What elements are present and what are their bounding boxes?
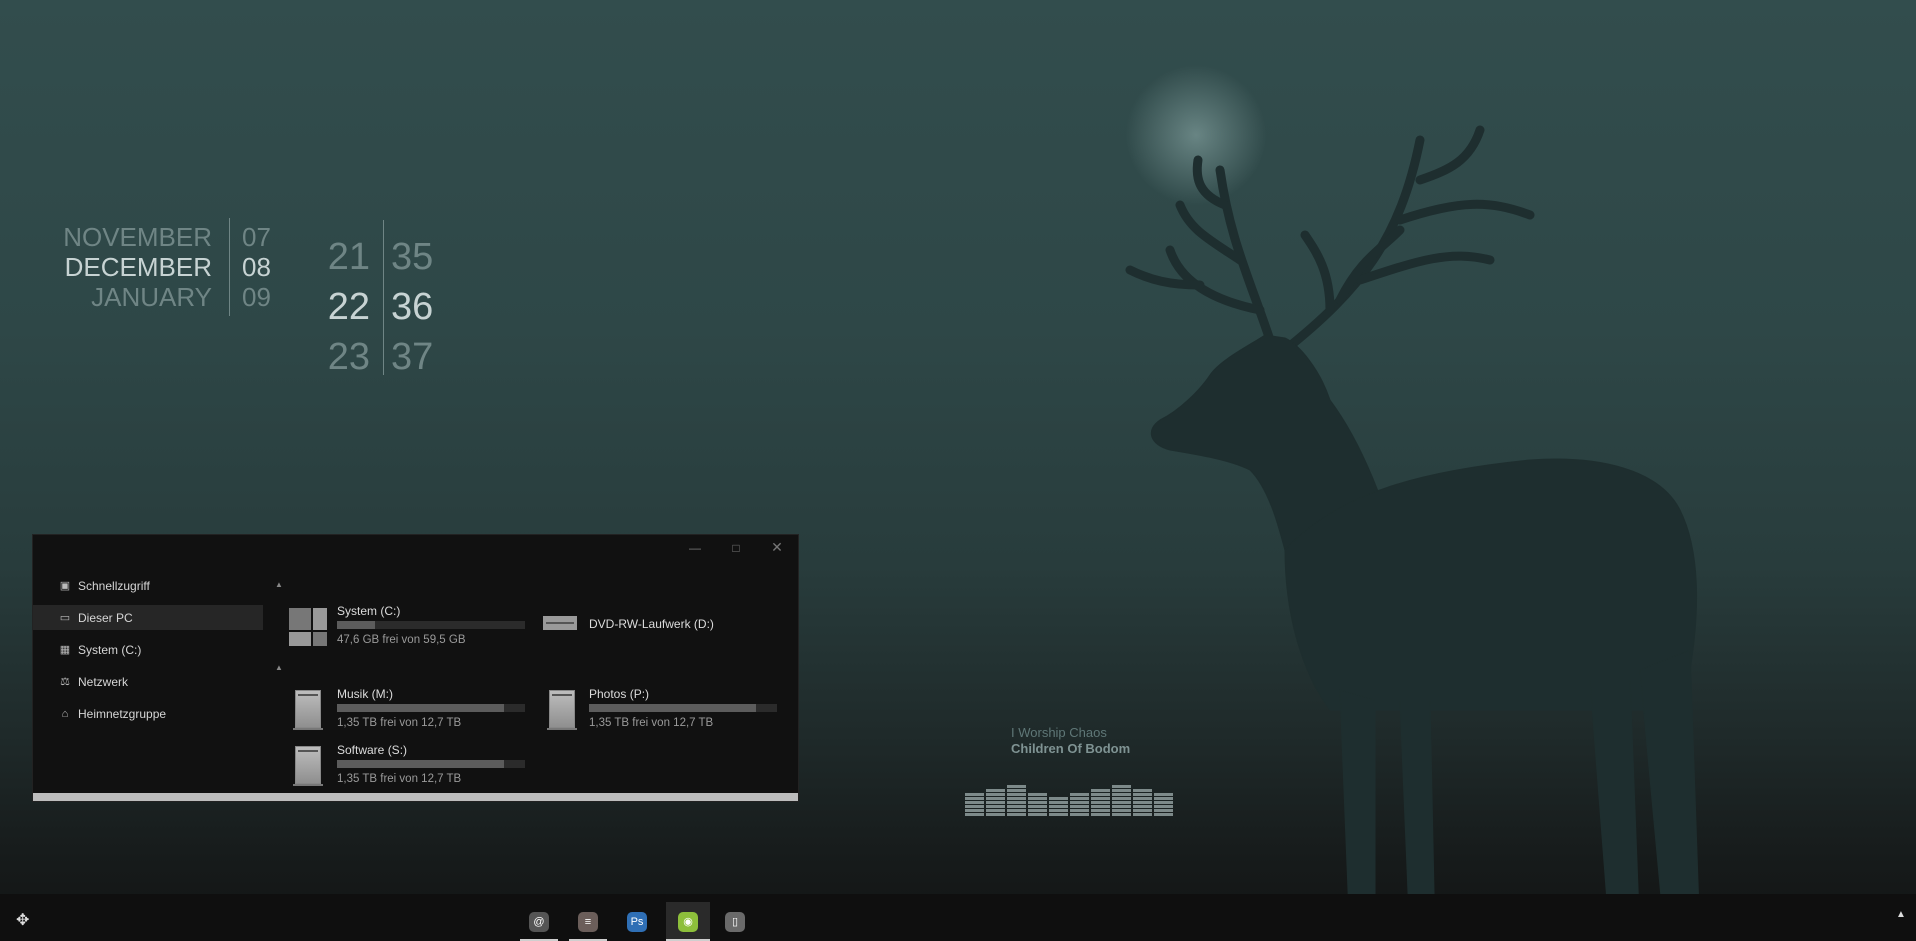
audio-visualizer <box>965 785 1173 816</box>
drive-name: DVD-RW-Laufwerk (D:) <box>589 617 714 631</box>
sidebar-item-homegroup[interactable]: ⌂ Heimnetzgruppe <box>33 701 263 726</box>
day-current: 08 <box>242 252 271 282</box>
hard-drive-icon <box>293 690 323 730</box>
settings-icon: ≡ <box>578 912 598 932</box>
sidebar-item-label: Dieser PC <box>78 610 133 625</box>
visualizer-bar <box>1133 789 1152 816</box>
collapse-network-drives-icon[interactable]: ▲ <box>275 663 283 672</box>
minute-list: 35 36 37 <box>391 232 433 382</box>
drive-usage-bar <box>337 704 525 712</box>
hour-next: 23 <box>327 336 370 378</box>
drive-software-s[interactable]: Software (S:) 1,35 TB frei von 12,7 TB <box>289 743 539 787</box>
month-next: JANUARY <box>91 282 212 312</box>
day-next: 09 <box>242 282 271 312</box>
file-explorer-window[interactable]: — □ ✕ ▣ Schnellzugriff ▭ Dieser PC ▦ Sys… <box>32 534 799 802</box>
artist-name: Children Of Bodom <box>1011 741 1131 756</box>
close-button[interactable]: ✕ <box>765 539 789 556</box>
drive-dvd-d[interactable]: DVD-RW-Laufwerk (D:) <box>543 604 783 646</box>
clock-divider <box>383 220 384 375</box>
start-icon[interactable]: ✥ <box>16 910 29 930</box>
quick-access-icon: ▣ <box>59 579 71 592</box>
drive-system-c[interactable]: System (C:) 47,6 GB frei von 59,5 GB <box>289 604 539 646</box>
taskbar-app-spotify[interactable]: ◉ <box>666 902 710 941</box>
track-title: I Worship Chaos <box>1011 725 1107 740</box>
drive-free-space: 47,6 GB frei von 59,5 GB <box>337 634 466 646</box>
pc-icon: ▭ <box>59 611 71 624</box>
day-prev: 07 <box>242 222 271 252</box>
hour-prev: 21 <box>327 236 370 278</box>
hard-drive-icon <box>547 690 577 730</box>
homegroup-icon: ⌂ <box>61 707 69 720</box>
drive-free-space: 1,35 TB frei von 12,7 TB <box>589 717 714 729</box>
taskbar-app-settings[interactable]: ≡ <box>569 902 607 941</box>
minimize-button[interactable]: — <box>683 541 707 555</box>
taskbar-app-files[interactable]: ▯ <box>716 902 754 941</box>
sidebar-item-network[interactable]: ⚖ Netzwerk <box>33 669 263 694</box>
sidebar-item-label: Schnellzugriff <box>78 578 150 593</box>
hard-drive-icon <box>293 746 323 786</box>
hour-current: 22 <box>327 286 370 328</box>
sidebar-item-label: Netzwerk <box>78 674 129 689</box>
month-list: NOVEMBER DECEMBER JANUARY <box>0 222 212 312</box>
hour-list: 21 22 23 <box>322 232 370 382</box>
stag-silhouette <box>1125 125 1701 940</box>
visualizer-bar <box>1007 785 1026 816</box>
drive-name: System (C:) <box>337 604 401 618</box>
minute-current: 36 <box>391 286 434 328</box>
drive-name: Photos (P:) <box>589 687 650 701</box>
horizontal-scrollbar[interactable] <box>33 793 798 801</box>
drive-usage-bar <box>337 621 525 629</box>
visualizer-bar <box>1028 793 1047 816</box>
spotify-icon: ◉ <box>678 912 698 932</box>
photoshop-icon: Ps <box>627 912 647 932</box>
sidebar-item-system-c[interactable]: ▦ System (C:) <box>33 637 263 662</box>
visualizer-bar <box>965 793 984 816</box>
drive-free-space: 1,35 TB frei von 12,7 TB <box>337 773 462 785</box>
browser-icon: @ <box>529 912 549 932</box>
windows-drive-icon <box>289 608 327 646</box>
visualizer-bar <box>1049 797 1068 816</box>
maximize-button[interactable]: □ <box>724 541 748 555</box>
dvd-drive-icon <box>543 616 577 630</box>
taskbar: ✥ @ ≡ Ps ◉ ▯ ▲ <box>0 894 1916 941</box>
taskbar-app-photoshop[interactable]: Ps <box>618 902 656 941</box>
month-current: DECEMBER <box>64 252 212 282</box>
minute-prev: 35 <box>391 236 434 278</box>
month-prev: NOVEMBER <box>63 222 212 252</box>
files-icon: ▯ <box>725 912 745 932</box>
network-icon: ⚖ <box>60 675 70 688</box>
collapse-devices-icon[interactable]: ▲ <box>275 580 283 589</box>
sidebar-item-this-pc[interactable]: ▭ Dieser PC <box>33 605 263 630</box>
drive-free-space: 1,35 TB frei von 12,7 TB <box>337 717 462 729</box>
drive-usage-bar <box>337 760 525 768</box>
taskbar-app-browser[interactable]: @ <box>520 902 558 941</box>
sidebar-item-label: Heimnetzgruppe <box>78 706 167 721</box>
show-hidden-icons-button[interactable]: ▲ <box>1896 909 1906 920</box>
minute-next: 37 <box>391 336 434 378</box>
drive-usage-bar <box>589 704 777 712</box>
drive-name: Software (S:) <box>337 743 408 757</box>
sidebar-item-quick-access[interactable]: ▣ Schnellzugriff <box>33 573 263 598</box>
day-list: 07 08 09 <box>242 222 271 312</box>
visualizer-bar <box>1154 793 1173 816</box>
date-divider <box>229 218 230 316</box>
visualizer-bar <box>1091 789 1110 816</box>
visualizer-bar <box>1070 793 1089 816</box>
visualizer-bar <box>986 789 1005 816</box>
drive-musik-m[interactable]: Musik (M:) 1,35 TB frei von 12,7 TB <box>289 687 539 731</box>
drive-photos-p[interactable]: Photos (P:) 1,35 TB frei von 12,7 TB <box>543 687 793 731</box>
visualizer-bar <box>1112 785 1131 816</box>
drive-icon: ▦ <box>59 643 71 656</box>
drive-name: Musik (M:) <box>337 687 393 701</box>
sidebar-item-label: System (C:) <box>78 642 142 657</box>
